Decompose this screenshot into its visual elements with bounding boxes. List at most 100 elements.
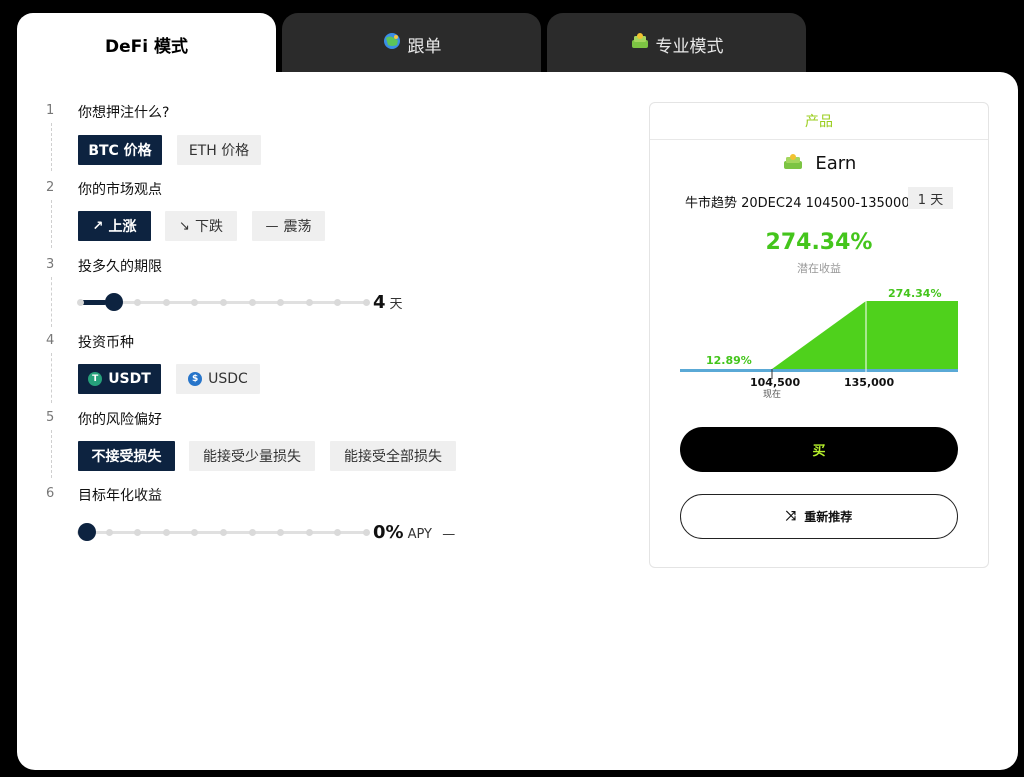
option-label: 能接受少量损失 bbox=[203, 449, 301, 465]
slider-step-dot[interactable] bbox=[220, 529, 227, 536]
option-bullish[interactable]: ↗ 上涨 bbox=[78, 211, 151, 241]
slider-step-dot[interactable] bbox=[334, 529, 342, 536]
option-eth-price[interactable]: ETH 价格 bbox=[177, 135, 261, 165]
step-title: 投资币种 bbox=[78, 335, 134, 351]
slider-step-dot[interactable] bbox=[134, 299, 142, 306]
product-card: 产品 Earn 牛市趋势 20DEC24 104500-135000 1 天 2… bbox=[649, 102, 989, 568]
slider-step-dot[interactable] bbox=[305, 529, 313, 536]
slider-step-dot[interactable] bbox=[277, 299, 285, 306]
money-emoji-icon bbox=[783, 154, 802, 169]
tab-label: 专业模式 bbox=[655, 37, 724, 57]
option-usdt[interactable]: T USDT bbox=[78, 364, 161, 394]
slider-thumb[interactable] bbox=[105, 293, 123, 311]
step-divider bbox=[51, 277, 52, 327]
card-header-label: 产品 bbox=[805, 114, 833, 130]
step-title: 目标年化收益 bbox=[78, 488, 162, 504]
slider-number: 4 bbox=[373, 292, 386, 313]
option-label: 震荡 bbox=[283, 219, 312, 235]
step-title: 你的风险偏好 bbox=[78, 412, 162, 428]
option-btc-price[interactable]: BTC 价格 bbox=[78, 135, 162, 165]
tab-label: 跟单 bbox=[407, 37, 442, 57]
payoff-chart: 12.89% 274.34% 104,500 135,000 现在 bbox=[680, 287, 958, 400]
option-small-loss[interactable]: 能接受少量损失 bbox=[189, 441, 315, 471]
product-name: 牛市趋势 20DEC24 104500-135000 bbox=[685, 196, 910, 211]
mode-tabs: DeFi 模式 跟单 专业模式 bbox=[17, 13, 807, 73]
trend-up-icon: ↗ bbox=[92, 218, 104, 234]
step-number: 3 bbox=[46, 257, 55, 272]
option-full-loss[interactable]: 能接受全部损失 bbox=[330, 441, 456, 471]
option-bearish[interactable]: ↘ 下跌 bbox=[165, 211, 237, 241]
period-badge: 1 天 bbox=[908, 187, 953, 209]
strike-low-label: 104,500 bbox=[750, 376, 800, 389]
slider-step-dot[interactable] bbox=[363, 529, 370, 536]
step-number: 5 bbox=[46, 410, 55, 425]
option-usdc[interactable]: $ USDC bbox=[176, 364, 260, 394]
slider-thumb[interactable] bbox=[78, 523, 96, 541]
slider-step-dot[interactable] bbox=[363, 299, 370, 306]
slider-step-dot[interactable] bbox=[191, 529, 199, 536]
tab-label: DeFi 模式 bbox=[105, 37, 188, 57]
payoff-baseline-right bbox=[866, 369, 958, 372]
step-title: 投多久的期限 bbox=[78, 259, 162, 275]
slider-step-dot[interactable] bbox=[134, 529, 142, 536]
target-apy-value: 0% APY — bbox=[373, 522, 455, 543]
payoff-low-segment bbox=[680, 369, 772, 372]
buy-button-label: 买 bbox=[812, 444, 826, 459]
slider-step-dot[interactable] bbox=[248, 529, 256, 536]
payoff-ramp bbox=[772, 301, 866, 372]
slider-step-dot[interactable] bbox=[305, 299, 313, 306]
globe-emoji-icon bbox=[383, 33, 400, 49]
re-recommend-button[interactable]: ⤨ 重新推荐 bbox=[680, 494, 958, 539]
step-number: 1 bbox=[46, 103, 55, 118]
slider-step-dot[interactable] bbox=[277, 529, 285, 536]
slider-step-dot[interactable] bbox=[334, 299, 342, 306]
step-title: 你想押注什么? bbox=[78, 105, 170, 121]
duration-slider[interactable] bbox=[77, 292, 370, 312]
duration-value: 4天 bbox=[373, 292, 403, 313]
step-divider bbox=[51, 123, 52, 171]
usdt-icon: T bbox=[88, 372, 103, 386]
product-title-text: Earn bbox=[815, 153, 857, 174]
slider-step-dot[interactable] bbox=[191, 299, 199, 306]
slider-step-dot[interactable] bbox=[105, 529, 113, 536]
payoff-high-label: 274.34% bbox=[888, 287, 941, 300]
defi-panel: 1 你想押注什么? BTC 价格 ETH 价格 2 你的市场观点 ↗ 上涨 ↘ … bbox=[17, 72, 1018, 770]
buy-button[interactable]: 买 bbox=[680, 427, 958, 472]
slider-step-dot[interactable] bbox=[220, 299, 227, 306]
slider-step-dot[interactable] bbox=[248, 299, 256, 306]
option-label: ETH 价格 bbox=[188, 143, 250, 159]
tab-defi-mode[interactable]: DeFi 模式 bbox=[17, 13, 276, 73]
trend-down-icon: ↘ bbox=[179, 218, 190, 234]
step-number: 4 bbox=[46, 333, 55, 348]
money-emoji-icon bbox=[631, 33, 648, 48]
option-no-loss[interactable]: 不接受损失 bbox=[78, 441, 175, 471]
slider-step-dot[interactable] bbox=[162, 299, 170, 306]
re-recommend-label: 重新推荐 bbox=[804, 510, 853, 524]
potential-yield-label: 潜在收益 bbox=[797, 262, 841, 275]
slider-step-dot[interactable] bbox=[162, 529, 170, 536]
tab-copy-trading[interactable]: 跟单 bbox=[282, 13, 541, 73]
flat-line-icon: — bbox=[265, 218, 279, 234]
option-label: 能接受全部损失 bbox=[344, 449, 442, 465]
payoff-low-label: 12.89% bbox=[706, 354, 752, 367]
usdc-icon: $ bbox=[188, 372, 203, 386]
option-range[interactable]: — 震荡 bbox=[252, 211, 325, 241]
target-apy-slider[interactable] bbox=[77, 522, 370, 542]
step-number: 2 bbox=[46, 180, 55, 195]
step-divider bbox=[51, 200, 52, 248]
option-label: USDT bbox=[108, 371, 151, 387]
slider-step-dot[interactable] bbox=[77, 299, 84, 306]
slider-unit: 天 bbox=[389, 297, 403, 312]
slider-suffix: — bbox=[442, 527, 456, 542]
tab-pro-mode[interactable]: 专业模式 bbox=[547, 13, 806, 73]
option-label: 上涨 bbox=[108, 219, 137, 235]
step-divider bbox=[51, 353, 52, 403]
option-label: BTC 价格 bbox=[88, 143, 152, 159]
step-number: 6 bbox=[46, 486, 55, 501]
step-divider bbox=[51, 430, 52, 478]
slider-unit: APY bbox=[407, 527, 432, 542]
slider-number: 0% bbox=[373, 522, 404, 543]
strike-high-label: 135,000 bbox=[844, 376, 894, 389]
potential-yield: 274.34% bbox=[765, 230, 873, 255]
card-header: 产品 bbox=[650, 103, 988, 140]
